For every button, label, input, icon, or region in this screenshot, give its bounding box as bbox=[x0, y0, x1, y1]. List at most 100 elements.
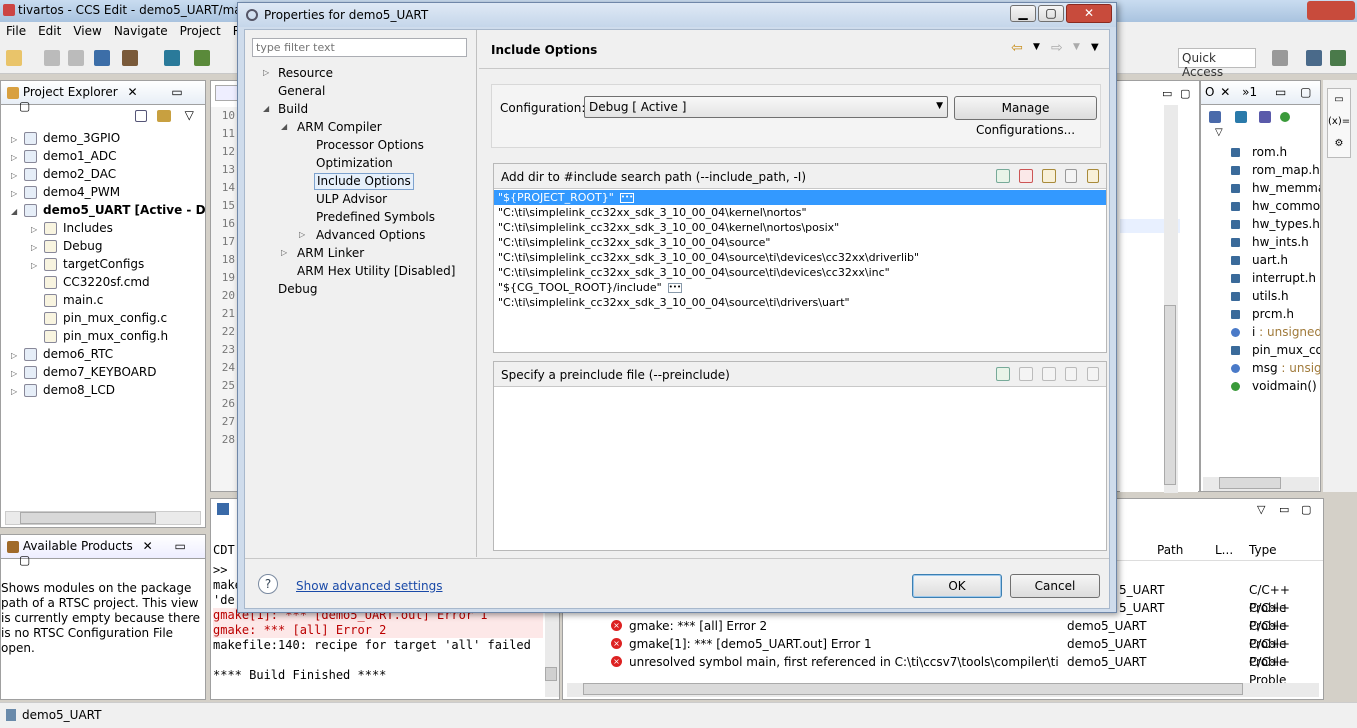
tree-item[interactable]: ▷ demo4_PWM bbox=[1, 183, 205, 201]
menu-file[interactable]: File bbox=[0, 22, 32, 40]
outline-collapse-icon[interactable]: ▽ bbox=[1201, 127, 1320, 143]
outline-item[interactable]: hw_ints.h bbox=[1201, 233, 1320, 251]
tree-item[interactable]: pin_mux_config.c bbox=[1, 309, 205, 327]
outline-tab[interactable]: O ✕ »1 ▭ ▢ bbox=[1201, 81, 1320, 105]
console-tab-label[interactable]: CDT bbox=[213, 543, 235, 557]
editor-vertical-scrollbar[interactable] bbox=[1164, 105, 1178, 493]
include-path-item[interactable]: "${PROJECT_ROOT}" ••• bbox=[494, 190, 1106, 205]
nav-item[interactable]: ▷ ARM Linker bbox=[245, 244, 477, 262]
include-path-item[interactable]: "C:\ti\simplelink_cc32xx_sdk_3_10_00_04\… bbox=[494, 235, 1106, 250]
outline-item[interactable]: hw_commo bbox=[1201, 197, 1320, 215]
nav-item[interactable]: ◢ Build bbox=[245, 100, 477, 118]
maximize-view-icon[interactable]: ▢ bbox=[1301, 503, 1311, 516]
outline-item[interactable]: uart.h bbox=[1201, 251, 1320, 269]
debug-icon[interactable] bbox=[194, 50, 210, 66]
outline-item[interactable]: pin_mux_co bbox=[1201, 341, 1320, 359]
nav-item[interactable]: Include Options bbox=[245, 172, 477, 190]
tree-item[interactable]: ◢ demo5_UART [Active - Debu bbox=[1, 201, 205, 219]
dialog-maximize-button[interactable]: ▢ bbox=[1038, 5, 1064, 22]
outline-item[interactable]: voidmain() bbox=[1201, 377, 1320, 395]
nav-item[interactable]: Debug bbox=[245, 280, 477, 298]
outline-item[interactable]: i : unsigned bbox=[1201, 323, 1320, 341]
menu-navigate[interactable]: Navigate bbox=[108, 22, 174, 40]
tree-item[interactable]: ▷ targetConfigs bbox=[1, 255, 205, 273]
tree-item[interactable]: ▷ demo8_LCD bbox=[1, 381, 205, 399]
expand-icon[interactable]: ▷ bbox=[31, 221, 40, 237]
manage-configurations-button[interactable]: Manage Configurations... bbox=[954, 96, 1097, 137]
expand-icon[interactable]: ◢ bbox=[263, 100, 269, 118]
nav-item[interactable]: Predefined Symbols bbox=[245, 208, 477, 226]
nav-item[interactable]: Processor Options bbox=[245, 136, 477, 154]
column-path[interactable]: Path bbox=[1157, 543, 1183, 557]
tree-item[interactable]: main.c bbox=[1, 291, 205, 309]
console-icon[interactable] bbox=[94, 50, 110, 66]
tree-item[interactable]: ▷ demo2_DAC bbox=[1, 165, 205, 183]
expand-icon[interactable]: ▷ bbox=[31, 257, 40, 273]
expand-icon[interactable]: ▷ bbox=[11, 131, 20, 147]
breakpoints-icon[interactable]: ⚙ bbox=[1328, 133, 1350, 155]
add-icon[interactable] bbox=[996, 169, 1010, 183]
hide-static-icon[interactable] bbox=[1258, 110, 1271, 123]
include-path-item[interactable]: "C:\ti\simplelink_cc32xx_sdk_3_10_00_04\… bbox=[494, 265, 1106, 280]
maximize-view-icon[interactable]: ▢ bbox=[19, 99, 30, 113]
delete-icon[interactable] bbox=[1019, 169, 1033, 183]
close-icon[interactable]: ✕ bbox=[128, 85, 138, 99]
configuration-select[interactable]: Debug [ Active ] ▼ bbox=[584, 96, 948, 118]
search-icon[interactable] bbox=[164, 50, 180, 66]
help-icon[interactable]: ? bbox=[258, 574, 278, 594]
edit-perspective-icon[interactable] bbox=[1306, 50, 1322, 66]
outline-item[interactable]: utils.h bbox=[1201, 287, 1320, 305]
outline-scrollbar[interactable] bbox=[1203, 477, 1319, 491]
back-dropdown-icon[interactable]: ▼ bbox=[1033, 42, 1040, 52]
filter-input[interactable] bbox=[252, 38, 467, 57]
close-icon[interactable]: ✕ bbox=[1220, 85, 1230, 99]
tree-item[interactable]: ▷ Includes bbox=[1, 219, 205, 237]
editor-tab[interactable] bbox=[215, 85, 239, 101]
column-type[interactable]: Type bbox=[1249, 543, 1277, 557]
back-icon[interactable]: ⇦ bbox=[1011, 40, 1023, 56]
view-menu-icon[interactable]: ▽ bbox=[1257, 503, 1265, 516]
expand-icon[interactable]: ▷ bbox=[11, 365, 20, 381]
nav-item[interactable]: ▷ Advanced Options bbox=[245, 226, 477, 244]
move-up-icon[interactable] bbox=[1065, 169, 1077, 183]
hide-fields-icon[interactable] bbox=[1234, 110, 1247, 123]
include-path-item[interactable]: "C:\ti\simplelink_cc32xx_sdk_3_10_00_04\… bbox=[494, 205, 1106, 220]
nav-item[interactable]: ULP Advisor bbox=[245, 190, 477, 208]
build-icon[interactable] bbox=[122, 50, 138, 66]
dialog-minimize-button[interactable]: ▁ bbox=[1010, 5, 1036, 22]
available-products-tab[interactable]: Available Products ✕ ▭ ▢ bbox=[1, 535, 205, 567]
expand-icon[interactable]: ▷ bbox=[11, 383, 20, 399]
minimize-view-icon[interactable]: ▭ bbox=[1275, 85, 1286, 99]
include-path-item[interactable]: "C:\ti\simplelink_cc32xx_sdk_3_10_00_04\… bbox=[494, 220, 1106, 235]
tree-item[interactable]: ▷ demo_3GPIO bbox=[1, 129, 205, 147]
more-views-tab[interactable]: »1 bbox=[1242, 85, 1257, 99]
expand-icon[interactable]: ▷ bbox=[11, 347, 20, 363]
minimize-view-icon[interactable]: ▭ bbox=[175, 539, 186, 553]
tree-item[interactable]: pin_mux_config.h bbox=[1, 327, 205, 345]
preinclude-list[interactable] bbox=[494, 386, 1106, 550]
save-icon[interactable] bbox=[44, 50, 60, 66]
tree-item[interactable]: ▷ demo6_RTC bbox=[1, 345, 205, 363]
sort-icon[interactable] bbox=[1209, 110, 1221, 123]
collapse-all-icon[interactable] bbox=[135, 109, 147, 122]
expand-icon[interactable]: ▷ bbox=[11, 149, 20, 165]
maximize-view-icon[interactable]: ▢ bbox=[19, 553, 30, 567]
include-path-item[interactable]: "${CG_TOOL_ROOT}/include" ••• bbox=[494, 280, 1106, 295]
menu-edit[interactable]: Edit bbox=[32, 22, 67, 40]
minimize-view-icon[interactable]: ▭ bbox=[171, 85, 182, 99]
minimize-view-icon[interactable]: ▭ bbox=[1279, 503, 1289, 516]
outline-item[interactable]: hw_types.h bbox=[1201, 215, 1320, 233]
expand-icon[interactable]: ▷ bbox=[263, 64, 269, 82]
new-icon[interactable] bbox=[6, 50, 22, 66]
maximize-button[interactable] bbox=[1280, 2, 1306, 19]
nav-item[interactable]: Optimization bbox=[245, 154, 477, 172]
add-icon[interactable] bbox=[996, 367, 1010, 381]
maximize-view-icon[interactable]: ▢ bbox=[1300, 85, 1311, 99]
cancel-button[interactable]: Cancel bbox=[1010, 574, 1100, 598]
nav-item[interactable]: ARM Hex Utility [Disabled] bbox=[245, 262, 477, 280]
outline-item[interactable]: rom.h bbox=[1201, 143, 1320, 161]
outline-item[interactable]: msg : unsign bbox=[1201, 359, 1320, 377]
view-menu-icon[interactable]: ▽ bbox=[185, 108, 194, 122]
problem-row[interactable]: × gmake: *** [all] Error 2 demo5_UART C/C++… bbox=[563, 617, 1323, 651]
tree-item[interactable]: CC3220sf.cmd bbox=[1, 273, 205, 291]
